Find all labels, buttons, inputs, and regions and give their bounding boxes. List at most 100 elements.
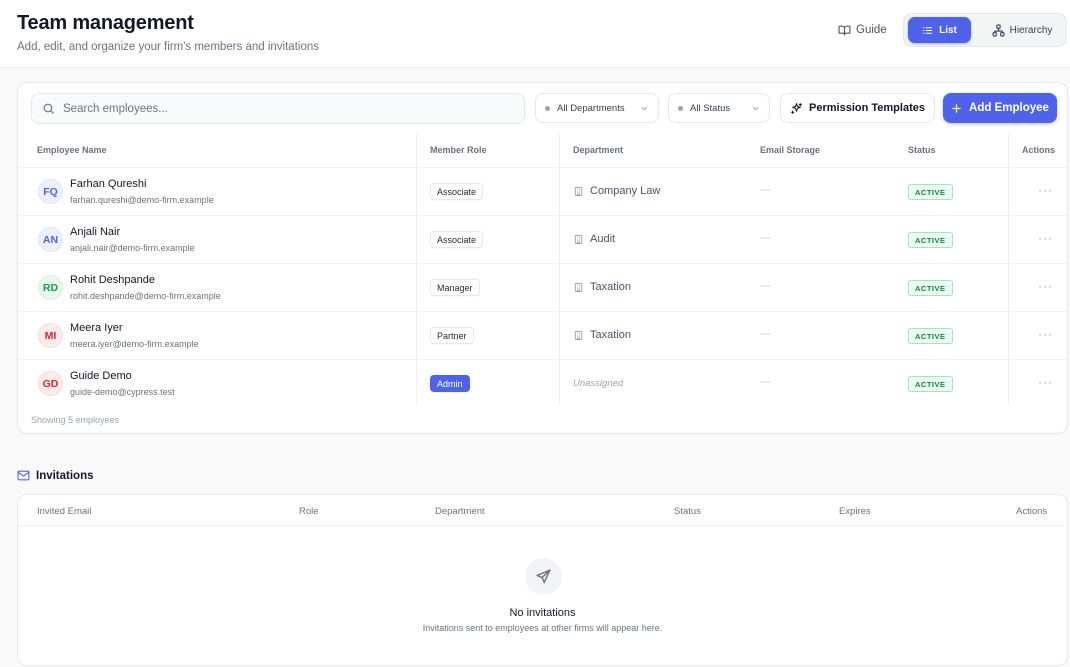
guide-label: Guide [856, 24, 887, 36]
column-header-email-storage[interactable]: Email Storage [760, 145, 820, 155]
department-cell: Taxation [573, 281, 631, 293]
email-storage: — [760, 280, 771, 292]
permission-templates-button[interactable]: Permission Templates [780, 93, 935, 123]
column-header-status[interactable]: Status [908, 145, 936, 155]
status-badge: ACTIVE [908, 376, 953, 392]
invitations-card: Invited Email Role Department Status Exp… [17, 494, 1068, 666]
department-filter[interactable]: All Departments [535, 93, 659, 123]
status-filter[interactable]: All Status [668, 93, 770, 123]
employee-name: Farhan Qureshi [70, 178, 147, 190]
building-icon [573, 330, 584, 341]
avatar: MI [38, 323, 63, 348]
table-row[interactable]: GD Guide Demo guide-demo@cypress.test Ad… [18, 359, 1067, 407]
department-filter-dot [545, 105, 550, 111]
employees-card: All Departments All Status Permission Te… [17, 82, 1068, 434]
search-box[interactable] [31, 93, 525, 124]
email-storage: — [760, 328, 771, 340]
column-header-member-role[interactable]: Member Role [430, 145, 487, 155]
column-header-department[interactable]: Department [573, 145, 623, 155]
add-employee-label: Add Employee [969, 102, 1049, 114]
department-name: Audit [590, 233, 616, 245]
view-hierarchy-button[interactable]: Hierarchy [980, 17, 1064, 43]
department-cell: Audit [573, 233, 615, 245]
view-list-button[interactable]: List [908, 17, 971, 43]
column-header-employee-name[interactable]: Employee Name [37, 145, 107, 155]
empty-state-title: No invitations [509, 607, 576, 619]
building-icon [573, 282, 584, 293]
chevron-down-icon [640, 104, 649, 113]
department-name: Company Law [590, 185, 661, 197]
employee-name: Guide Demo [70, 370, 132, 382]
employee-email: guide-demo@cypress.test [70, 387, 175, 397]
column-header-actions: Actions [1022, 145, 1056, 155]
email-storage: — [760, 184, 771, 196]
employee-email: farhan.qureshi@demo-firm.example [70, 195, 214, 205]
building-icon [573, 186, 584, 197]
department-name: Taxation [590, 281, 631, 293]
column-header-status[interactable]: Status [674, 506, 701, 517]
employee-name: Anjali Nair [70, 226, 121, 238]
status-badge: ACTIVE [908, 280, 953, 296]
send-icon [525, 558, 562, 595]
department-name: Unassigned [573, 378, 624, 389]
row-actions-button[interactable]: ··· [1038, 375, 1053, 389]
status-badge: ACTIVE [908, 232, 953, 248]
department-cell: Unassigned [573, 378, 623, 389]
row-actions-button[interactable]: ··· [1038, 231, 1053, 245]
status-badge: ACTIVE [908, 184, 953, 200]
search-icon [42, 102, 55, 115]
building-icon [573, 234, 584, 245]
column-header-department[interactable]: Department [435, 506, 485, 517]
avatar: FQ [38, 179, 63, 204]
role-badge[interactable]: Partner [430, 327, 474, 344]
role-badge[interactable]: Manager [430, 279, 480, 296]
hierarchy-icon [992, 24, 1005, 37]
row-actions-button[interactable]: ··· [1038, 183, 1053, 197]
column-header-actions: Actions [1016, 506, 1048, 517]
employee-name: Rohit Deshpande [70, 274, 156, 286]
employees-count: Showing 5 employees [31, 415, 120, 425]
table-row[interactable]: RD Rohit Deshpande rohit.deshpande@demo-… [18, 263, 1067, 311]
page-subtitle: Add, edit, and organize your firm's memb… [17, 41, 319, 53]
permission-templates-label: Permission Templates [809, 102, 925, 114]
view-list-label: List [939, 24, 957, 36]
department-filter-label: All Departments [557, 102, 625, 114]
table-row[interactable]: FQ Farhan Qureshi farhan.qureshi@demo-fi… [18, 167, 1067, 215]
column-header-role[interactable]: Role [299, 506, 319, 517]
row-actions-button[interactable]: ··· [1038, 279, 1053, 293]
list-icon [922, 25, 933, 36]
employee-email: anjali.nair@demo-firm.example [70, 243, 195, 253]
table-row[interactable]: MI Meera Iyer meera.iyer@demo-firm.examp… [18, 311, 1067, 359]
empty-state-description: Invitations sent to employees at other f… [422, 623, 663, 633]
status-badge: ACTIVE [908, 328, 953, 344]
email-storage: — [760, 376, 771, 388]
department-cell: Taxation [573, 329, 631, 341]
role-badge[interactable]: Associate [430, 183, 484, 200]
role-badge[interactable]: Admin [430, 375, 470, 392]
chevron-down-icon [751, 104, 760, 113]
row-actions-button[interactable]: ··· [1038, 327, 1053, 341]
status-filter-dot [678, 105, 683, 111]
employee-email: rohit.deshpande@demo-firm.example [70, 291, 221, 301]
sparkles-icon [790, 102, 803, 115]
add-employee-button[interactable]: Add Employee [943, 93, 1057, 123]
invitations-heading: Invitations [17, 469, 94, 482]
email-storage: — [760, 232, 771, 244]
book-open-icon [838, 24, 851, 37]
avatar: GD [38, 371, 63, 396]
avatar: AN [38, 227, 63, 252]
avatar: RD [38, 275, 63, 300]
plus-icon [951, 103, 962, 114]
column-header-invited-email[interactable]: Invited Email [37, 506, 91, 517]
view-hierarchy-label: Hierarchy [1009, 24, 1053, 36]
invitations-table-header: Invited Email Role Department Status Exp… [18, 495, 1067, 526]
column-header-expires[interactable]: Expires [839, 506, 871, 517]
view-toggle: List Hierarchy [903, 13, 1067, 47]
table-row[interactable]: AN Anjali Nair anjali.nair@demo-firm.exa… [18, 215, 1067, 263]
invitations-title: Invitations [36, 469, 94, 482]
search-input[interactable] [63, 102, 503, 115]
mail-icon [17, 469, 30, 482]
guide-button[interactable]: Guide [832, 19, 893, 41]
role-badge[interactable]: Associate [430, 231, 484, 248]
status-filter-label: All Status [690, 102, 731, 114]
